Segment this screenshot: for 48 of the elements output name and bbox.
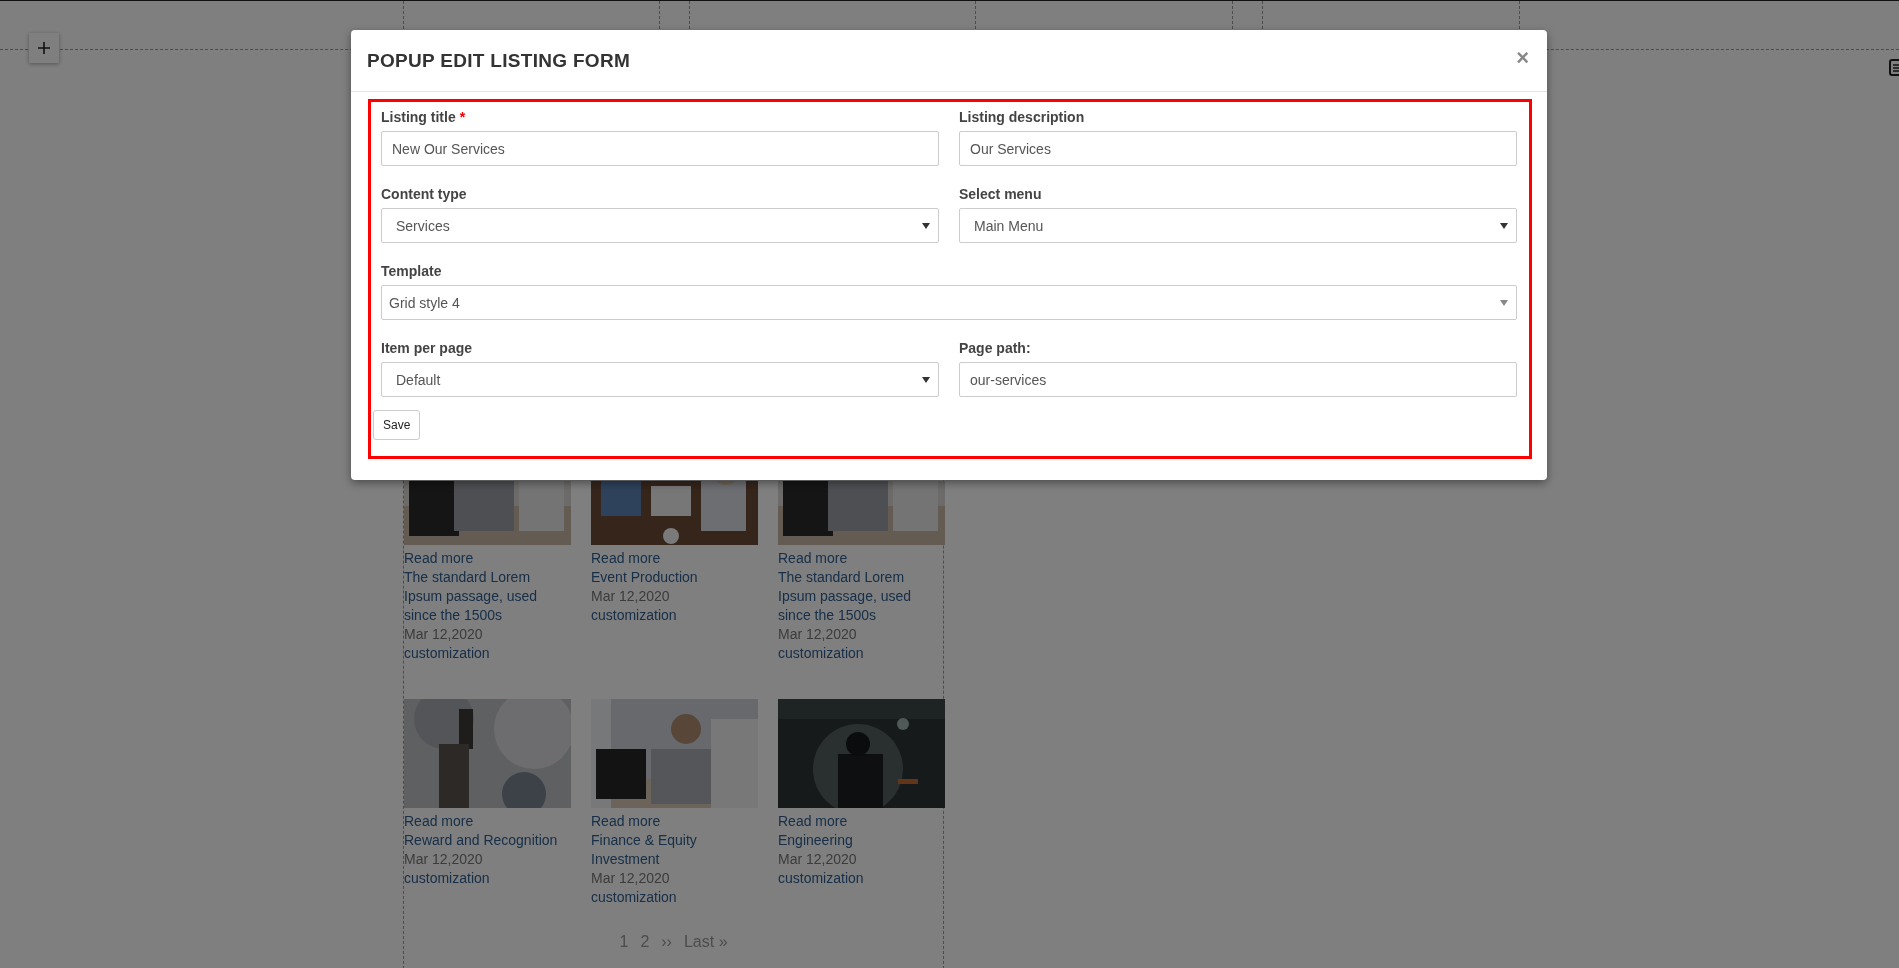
- input-field[interactable]: Our Services: [959, 131, 1517, 166]
- plus-icon: [37, 41, 51, 55]
- pagination-link[interactable]: ››: [661, 933, 672, 951]
- field-label: Listing description: [959, 108, 1086, 126]
- close-button[interactable]: ×: [1516, 46, 1529, 69]
- listing-date: Mar 12,2020: [778, 625, 858, 644]
- read-more-link[interactable]: Read more: [591, 812, 758, 831]
- listing-date: Mar 12,2020: [591, 587, 671, 606]
- add-button[interactable]: [29, 33, 59, 63]
- read-more-link[interactable]: Read more: [778, 812, 945, 831]
- listing-category: customization: [404, 644, 491, 663]
- dialog-title: POPUP EDIT LISTING FORM: [367, 49, 631, 72]
- read-more-link[interactable]: Read more: [404, 549, 571, 568]
- save-button[interactable]: Save: [373, 410, 421, 440]
- read-more-link[interactable]: Read more: [404, 812, 571, 831]
- field-label: Listing title *: [381, 108, 467, 126]
- listing-category: customization: [591, 888, 678, 907]
- field-label: Content type: [381, 185, 468, 203]
- select-field[interactable]: Main Menu: [959, 208, 1517, 243]
- listing-date: Mar 12,2020: [404, 625, 484, 644]
- listing-title: Engineering: [778, 831, 854, 850]
- field-label: Page path:: [959, 339, 1032, 357]
- caret-icon: [1500, 222, 1508, 229]
- input-field[interactable]: New Our Services: [381, 131, 939, 166]
- caret-icon: [922, 376, 930, 383]
- select-field[interactable]: Default: [381, 362, 939, 397]
- input-field[interactable]: our-services: [959, 362, 1517, 397]
- listing-title: Finance & Equity Investment: [591, 831, 698, 869]
- listing-title: The standard Lorem Ipsum passage, used since the 1500s: [778, 568, 913, 625]
- read-more-link[interactable]: Read more: [591, 549, 758, 568]
- read-more-link[interactable]: Read more: [778, 549, 945, 568]
- field-label: Item per page: [381, 339, 474, 357]
- select-field[interactable]: Services: [381, 208, 939, 243]
- listing-date: Mar 12,2020: [591, 869, 671, 888]
- field-label: Select menu: [959, 185, 1043, 203]
- listing-title: Event Production: [591, 568, 699, 587]
- listing-title: Reward and Recognition: [404, 831, 559, 850]
- listing-category: customization: [404, 869, 491, 888]
- listing-date: Mar 12,2020: [404, 850, 484, 869]
- listing-category: customization: [778, 869, 865, 888]
- select-field[interactable]: Grid style 4: [381, 285, 1517, 320]
- listing-category: customization: [778, 644, 865, 663]
- field-label: Template: [381, 262, 443, 280]
- caret-icon: [1500, 299, 1508, 306]
- listing-title: The standard Lorem Ipsum passage, used since the 1500s: [404, 568, 539, 625]
- caret-icon: [922, 222, 930, 229]
- listing-category: customization: [591, 606, 678, 625]
- listing-date: Mar 12,2020: [778, 850, 858, 869]
